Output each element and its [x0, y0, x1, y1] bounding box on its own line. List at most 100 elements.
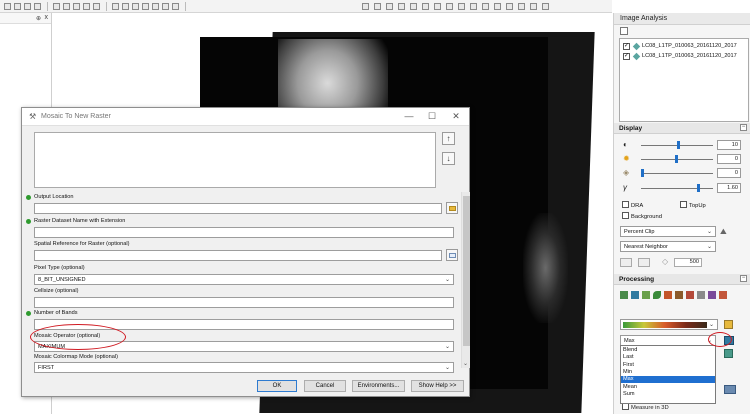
transparency-slider[interactable]	[641, 173, 713, 174]
list-icon[interactable]	[719, 291, 727, 299]
tool-icon[interactable]	[542, 3, 549, 10]
topup-checkbox-row[interactable]: TopUp	[680, 200, 706, 209]
layer-checkbox[interactable]	[623, 52, 630, 60]
tool-icon[interactable]	[162, 3, 169, 10]
tool-icon[interactable]	[458, 3, 465, 10]
close-icon[interactable]: x	[45, 14, 49, 21]
minimize-button[interactable]: —	[403, 111, 415, 122]
mosaic-icon[interactable]	[724, 349, 733, 358]
layer-item[interactable]: LC08_L1TP_010063_20161120_2017	[623, 52, 749, 61]
processing-section-header[interactable]: Processing −	[614, 274, 750, 285]
tool-icon[interactable]	[112, 3, 119, 10]
tool-icon[interactable]	[374, 3, 381, 10]
brightness-value[interactable]: 0	[717, 154, 741, 164]
dropdown-option[interactable]: Sum	[621, 391, 715, 398]
colormap-apply-icon[interactable]	[724, 320, 733, 329]
dialog-scrollbar[interactable]: ⌄	[461, 192, 470, 368]
stretch-select[interactable]: Percent Clip ⌄	[620, 226, 716, 237]
tool-icon[interactable]	[132, 3, 139, 10]
dropdown-option[interactable]: First	[621, 362, 715, 369]
cancel-button[interactable]: Cancel	[304, 380, 346, 392]
resampling-select[interactable]: Nearest Neighbor ⌄	[620, 241, 716, 252]
tool-icon[interactable]	[410, 3, 417, 10]
hillshade-icon[interactable]	[686, 291, 694, 299]
colormap-ramp-select[interactable]: ⌄	[620, 319, 718, 330]
scroll-down-icon[interactable]: ⌄	[463, 360, 468, 367]
move-up-button[interactable]: ↑	[442, 132, 455, 145]
measure-icon[interactable]	[724, 385, 736, 394]
tool-icon[interactable]	[142, 3, 149, 10]
slider-thumb[interactable]	[697, 184, 700, 192]
tool-icon[interactable]	[518, 3, 525, 10]
ndvi-icon[interactable]	[642, 291, 650, 299]
clip-icon[interactable]	[620, 291, 628, 299]
topup-checkbox[interactable]	[680, 201, 687, 208]
tool-icon[interactable]	[4, 3, 11, 10]
maximize-button[interactable]: ☐	[426, 111, 438, 122]
dropdown-option[interactable]: Mean	[621, 384, 715, 391]
dropdown-option[interactable]: Blend	[621, 347, 715, 354]
input-rasters-list[interactable]	[34, 132, 436, 188]
slider-thumb[interactable]	[641, 169, 644, 177]
measure-3d-checkbox[interactable]	[622, 403, 629, 410]
tool-icon[interactable]	[73, 3, 80, 10]
environments-button[interactable]: Environments...	[352, 380, 405, 392]
shaded-relief-icon[interactable]	[697, 291, 705, 299]
dra-checkbox-row[interactable]: DRA	[622, 200, 643, 209]
show-help-button[interactable]: Show Help >>	[411, 380, 464, 392]
tool-icon[interactable]	[446, 3, 453, 10]
diamond-icon[interactable]: ◇	[662, 257, 668, 266]
pixel-type-select[interactable]: 8_BIT_UNSIGNED ⌄	[34, 274, 454, 285]
dropdown-option-selected[interactable]: Max	[621, 376, 715, 384]
dropdown-option[interactable]: Min	[621, 369, 715, 376]
pin-icon[interactable]: ⊕	[36, 15, 41, 22]
layer-list[interactable]: LC08_L1TP_010063_20161120_2017 LC08_L1TP…	[619, 38, 749, 122]
tool-icon[interactable]	[24, 3, 31, 10]
spatial-reference-input[interactable]	[34, 250, 442, 261]
tool-icon[interactable]	[530, 3, 537, 10]
mask-icon[interactable]	[631, 291, 639, 299]
tool-icon[interactable]	[422, 3, 429, 10]
stretch-icon[interactable]	[708, 291, 716, 299]
mosaic-operator-dropdown[interactable]: Blend Last First Min Max Mean Sum	[620, 345, 716, 404]
zoom-icon[interactable]	[638, 258, 650, 267]
tool-icon[interactable]	[398, 3, 405, 10]
display-section-header[interactable]: Display −	[614, 123, 750, 134]
raster-name-input[interactable]	[34, 227, 454, 238]
move-down-button[interactable]: ↓	[442, 152, 455, 165]
gamma-slider[interactable]	[641, 188, 713, 189]
colormap-icon[interactable]	[664, 291, 672, 299]
output-location-input[interactable]	[34, 203, 442, 214]
browse-folder-button[interactable]	[446, 202, 458, 214]
orthorectify-icon[interactable]	[675, 291, 683, 299]
layer-item[interactable]: LC08_L1TP_010063_20161120_2017	[623, 42, 749, 51]
tool-icon[interactable]	[14, 3, 21, 10]
tool-icon[interactable]	[470, 3, 477, 10]
tool-icon[interactable]	[63, 3, 70, 10]
leaf-icon[interactable]	[653, 291, 661, 299]
collapse-icon[interactable]: −	[740, 275, 747, 282]
gamma-value[interactable]: 1.60	[717, 183, 741, 193]
spatial-reference-button[interactable]	[446, 249, 458, 261]
dra-checkbox[interactable]	[622, 201, 629, 208]
background-checkbox-row[interactable]: Background	[622, 211, 662, 220]
tool-icon[interactable]	[482, 3, 489, 10]
tool-icon[interactable]	[506, 3, 513, 10]
colormap-mode-select[interactable]: FIRST ⌄	[34, 362, 454, 373]
tool-icon[interactable]	[53, 3, 60, 10]
quality-value[interactable]: 500	[674, 258, 702, 267]
draw-icon[interactable]	[620, 258, 632, 267]
tool-icon[interactable]	[83, 3, 90, 10]
tool-icon[interactable]	[362, 3, 369, 10]
histogram-icon[interactable]: ⛰	[720, 227, 727, 237]
dropdown-option[interactable]: Last	[621, 354, 715, 361]
collapse-icon[interactable]: −	[740, 124, 747, 131]
slider-thumb[interactable]	[677, 141, 680, 149]
cellsize-input[interactable]	[34, 297, 454, 308]
options-icon[interactable]	[620, 27, 628, 35]
slider-thumb[interactable]	[675, 155, 678, 163]
tool-icon[interactable]	[386, 3, 393, 10]
transparency-value[interactable]: 0	[717, 168, 741, 178]
tool-icon[interactable]	[434, 3, 441, 10]
tool-icon[interactable]	[172, 3, 179, 10]
